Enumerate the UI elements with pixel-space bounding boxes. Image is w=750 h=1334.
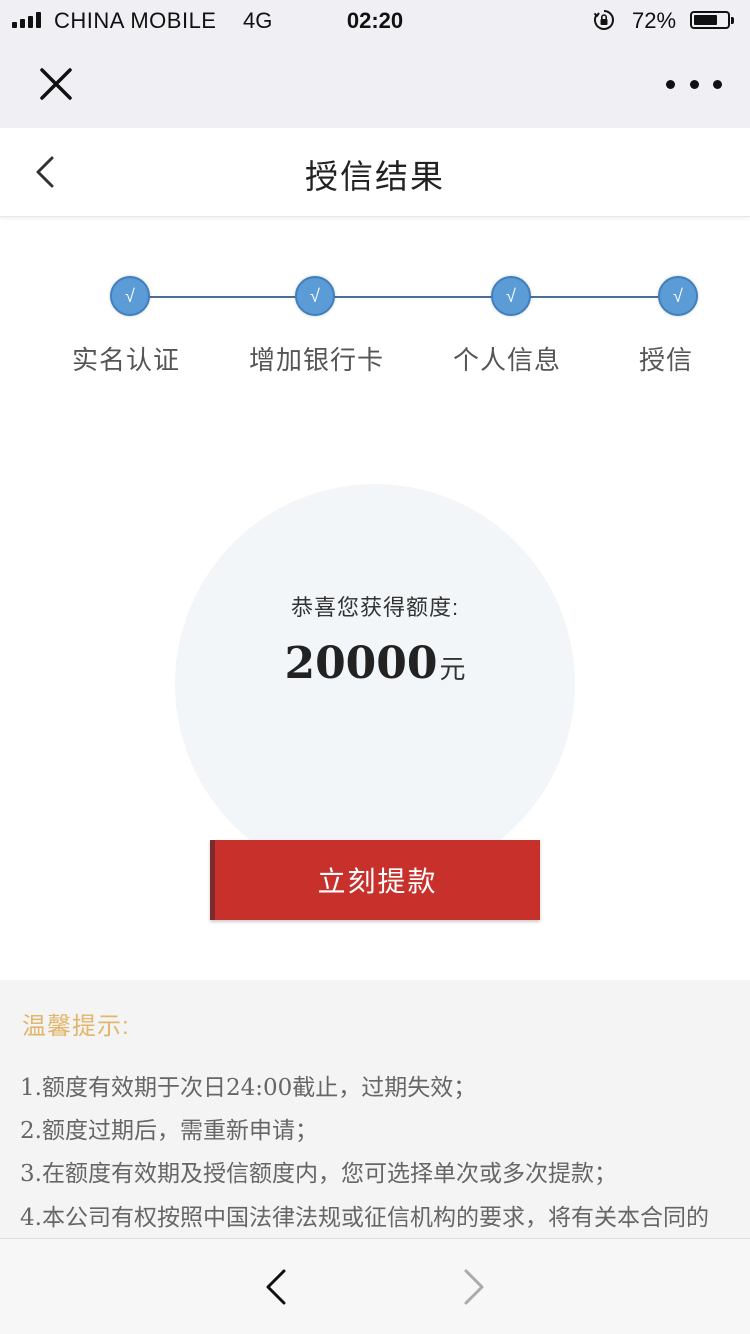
page-title: 授信结果 [305,158,445,195]
step-check-icon: √ [658,276,698,316]
withdraw-button[interactable]: 立刻提款 [210,840,540,920]
close-icon[interactable] [34,62,78,106]
nav-forward-icon[interactable] [456,1265,492,1309]
nav-back-icon[interactable] [258,1265,294,1309]
amount-value: 20000 [284,638,438,689]
progress-line [130,296,678,298]
congrats-text: 恭喜您获得额度: [290,595,460,620]
step-check-icon: √ [295,276,335,316]
step-check-icon: √ [491,276,531,316]
battery-level [694,15,718,25]
step-label: 个人信息 [453,345,562,375]
tip-item: 3.在额度有效期及授信额度内，您可选择单次或多次提款； [20,1161,617,1187]
tips-title: 温馨提示: [22,1013,130,1040]
progress-steps: √ √ √ √ 实名认证 增加银行卡 个人信息 授信 [0,270,750,390]
webview-toolbar [0,40,750,128]
tip-item: 1.额度有效期于次日24:00截止，过期失效； [20,1075,477,1101]
page-header: 授信结果 [0,128,750,217]
tip-item: 4.本公司有权按照中国法律法规或征信机构的要求，将有关本合同的 [20,1205,709,1231]
step-label: 授信 [639,345,694,375]
tip-item: 2.额度过期后，需重新申请； [20,1118,318,1144]
battery-icon [690,11,734,29]
step-check-icon: √ [110,276,150,316]
credit-amount: 20000元 [0,638,750,689]
status-bar: CHINA MOBILE 4G 02:20 72% [0,0,750,40]
tips-section: 温馨提示: 1.额度有效期于次日24:00截止，过期失效； 2.额度过期后，需重… [0,980,750,1240]
browser-bottom-bar [0,1238,750,1334]
page: CHINA MOBILE 4G 02:20 72% 授信结果 √ √ √ √ 实… [0,0,750,1334]
step-label: 增加银行卡 [249,345,385,375]
step-label: 实名认证 [72,345,181,375]
orientation-lock-icon [593,10,614,30]
amount-unit: 元 [439,654,466,684]
more-icon[interactable] [666,72,722,96]
battery-percentage: 72% [632,8,677,33]
